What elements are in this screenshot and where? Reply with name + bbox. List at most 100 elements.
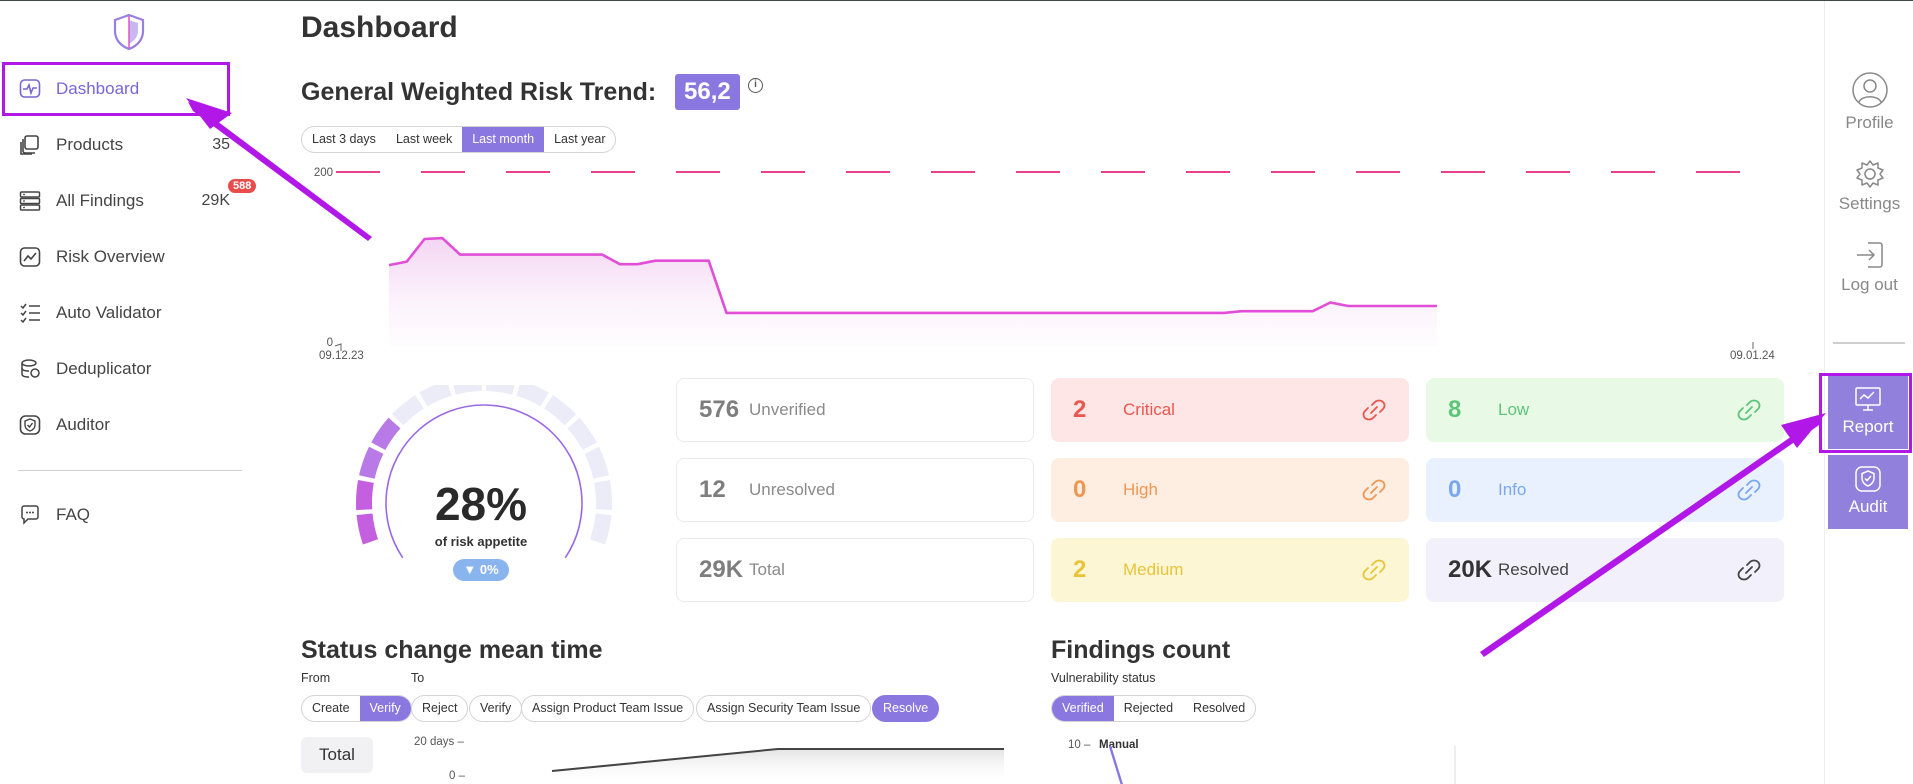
products-count: 35 — [212, 136, 230, 153]
range-last-week[interactable]: Last week — [386, 127, 462, 152]
resolved-card[interactable]: 20K Resolved — [1426, 538, 1784, 602]
gauge-segment — [567, 417, 597, 451]
from-label: From — [301, 671, 331, 685]
chat-help-icon — [18, 503, 42, 527]
gauge-segment — [419, 385, 452, 407]
logout-button[interactable]: Log out — [1825, 239, 1913, 295]
profile-button[interactable]: Profile — [1825, 71, 1913, 133]
low-card[interactable]: 8 Low — [1426, 378, 1784, 442]
server-list-icon — [18, 189, 42, 213]
risk-score-badge: 56,2 — [675, 74, 740, 110]
settings-label: Settings — [1838, 194, 1901, 213]
unresolved-count: 12 — [699, 476, 726, 503]
resolved-count: 20K — [1448, 556, 1493, 583]
sidebar-item-label: Auto Validator — [56, 303, 162, 322]
from-verify[interactable]: Verify — [359, 696, 411, 721]
gear-icon — [1855, 160, 1884, 188]
y-tick-200: 200 — [314, 167, 333, 179]
link-icon[interactable] — [1361, 477, 1387, 503]
findings-y-tick-10: 10 – — [1068, 739, 1091, 751]
link-icon[interactable] — [1736, 397, 1762, 423]
link-icon[interactable] — [1361, 397, 1387, 423]
to-assign-security-team[interactable]: Assign Security Team Issue — [696, 695, 872, 722]
sidebar-item-all-findings[interactable]: All Findings 29K — [18, 182, 248, 220]
high-card[interactable]: 0 High — [1051, 458, 1409, 522]
sidebar-item-auditor[interactable]: Auditor — [18, 406, 248, 444]
shield-check-icon — [1855, 466, 1881, 492]
logout-icon — [1856, 242, 1883, 268]
total-card[interactable]: 29K Total — [676, 538, 1034, 602]
sidebar-item-auto-validator[interactable]: Auto Validator — [18, 294, 248, 332]
gauge-value: 28% — [434, 478, 528, 530]
total-label: Total — [749, 560, 785, 579]
sidebar-item-label: Risk Overview — [56, 247, 165, 266]
sidebar-item-risk-overview[interactable]: Risk Overview — [18, 238, 248, 276]
vulnerability-status-toggle: Verified Rejected Resolved — [1051, 695, 1257, 722]
to-assign-product-team[interactable]: Assign Product Team Issue — [521, 695, 695, 722]
info-card[interactable]: 0 Info — [1426, 458, 1784, 522]
findings-count-title: Findings count — [1051, 636, 1231, 664]
info-icon[interactable]: i — [748, 78, 763, 93]
range-last-3-days[interactable]: Last 3 days — [302, 127, 386, 152]
medium-card[interactable]: 2 Medium — [1051, 538, 1409, 602]
total-count: 29K — [699, 556, 744, 583]
to-resolve[interactable]: Resolve — [872, 695, 940, 722]
critical-label: Critical — [1123, 400, 1175, 419]
gauge-segment — [371, 417, 401, 451]
medium-label: Medium — [1123, 560, 1184, 579]
annotation-highlight-report — [1819, 373, 1912, 453]
range-last-month[interactable]: Last month — [462, 127, 545, 152]
link-icon[interactable] — [1361, 557, 1387, 583]
shield-logo-icon — [113, 13, 145, 51]
sidebar-item-label: Products — [56, 135, 124, 154]
app-root: Dashboard Products 35 All Findings 29K 5… — [0, 0, 1913, 784]
audit-label: Audit — [1848, 497, 1888, 516]
vulnerability-status-label: Vulnerability status — [1051, 671, 1156, 685]
audit-button[interactable]: Audit — [1828, 455, 1908, 529]
sidebar-item-deduplicator[interactable]: Deduplicator — [18, 350, 248, 388]
sidebar-item-products[interactable]: Products 35 — [18, 126, 248, 164]
findings-notification-badge: 588 — [228, 179, 257, 193]
gauge-segment — [584, 446, 609, 479]
total-tab[interactable]: Total — [301, 737, 373, 773]
user-circle-icon — [1851, 72, 1888, 108]
x-end-label: 09.01.24 — [1730, 350, 1775, 362]
gauge-subtitle: of risk appetite — [434, 534, 528, 549]
from-create[interactable]: Create — [302, 696, 360, 721]
right-sidebar-divider — [1833, 342, 1905, 344]
tab-verified[interactable]: Verified — [1052, 696, 1114, 721]
tab-resolved[interactable]: Resolved — [1183, 696, 1255, 721]
settings-button[interactable]: Settings — [1825, 158, 1913, 214]
profile-label: Profile — [1845, 113, 1894, 132]
gauge-segment — [594, 480, 612, 511]
risk-trend-title: General Weighted Risk Trend: — [301, 78, 657, 106]
link-icon[interactable] — [1736, 557, 1762, 583]
status-change-title: Status change mean time — [301, 636, 603, 664]
to-reject[interactable]: Reject — [411, 695, 469, 722]
info-label: Info — [1498, 480, 1527, 499]
mean-time-area — [552, 749, 1004, 784]
unverified-count: 576 — [699, 396, 740, 423]
gauge-segment — [453, 385, 482, 395]
unverified-card[interactable]: 576 Unverified — [676, 378, 1034, 442]
time-range-toggle: Last 3 days Last week Last month Last ye… — [301, 126, 617, 153]
sidebar-divider — [18, 470, 242, 471]
stack-icon — [18, 133, 42, 157]
mean-time-y-tick-20: 20 days – — [414, 736, 464, 748]
info-count: 0 — [1448, 476, 1462, 503]
right-sidebar: Profile Settings Log out Report Audit — [1819, 1, 1913, 784]
gauge-segment — [359, 446, 384, 479]
link-icon[interactable] — [1736, 477, 1762, 503]
to-verify[interactable]: Verify — [469, 695, 523, 722]
tab-rejected[interactable]: Rejected — [1114, 696, 1183, 721]
high-count: 0 — [1073, 476, 1087, 503]
low-label: Low — [1498, 400, 1530, 419]
sidebar-item-label: All Findings — [56, 191, 144, 210]
unresolved-label: Unresolved — [749, 480, 835, 499]
range-last-year[interactable]: Last year — [544, 127, 615, 152]
unresolved-card[interactable]: 12 Unresolved — [676, 458, 1034, 522]
sidebar-item-faq[interactable]: FAQ — [18, 496, 248, 534]
critical-card[interactable]: 2 Critical — [1051, 378, 1409, 442]
to-label: To — [411, 671, 425, 685]
gauge-segment — [544, 395, 577, 426]
